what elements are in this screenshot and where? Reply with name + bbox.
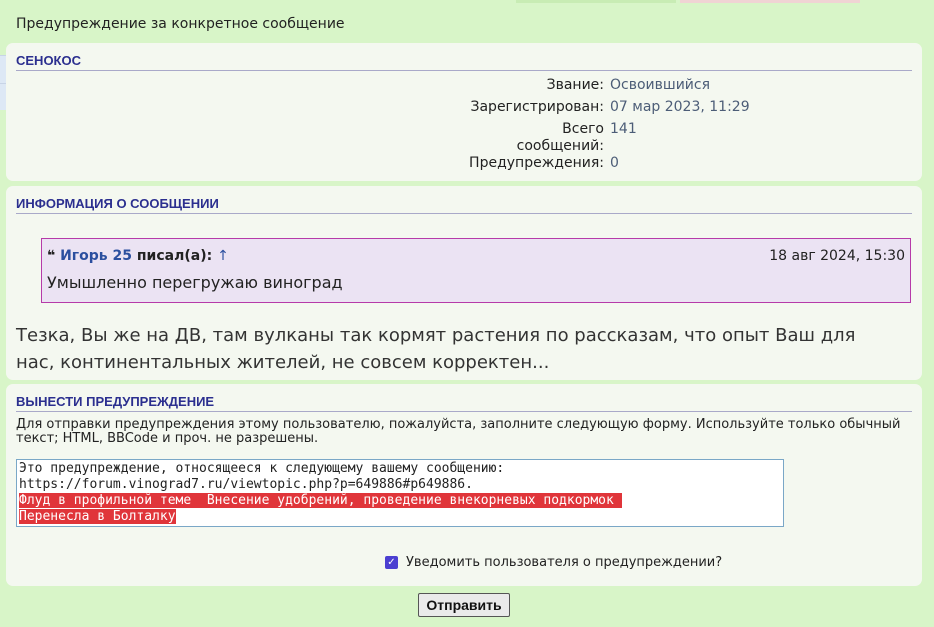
message-line: Это предупреждение, относящееся к следую… <box>19 461 505 476</box>
top-tab[interactable] <box>516 0 676 3</box>
submit-button[interactable]: Отправить <box>418 593 510 617</box>
warn-panel: ВЫНЕСТИ ПРЕДУПРЕЖДЕНИЕ Для отправки пред… <box>6 384 922 586</box>
quote-date: 18 авг 2024, 15:30 <box>769 248 905 264</box>
quote-block: ❝ Игорь 25 писал(а): ↑ 18 авг 2024, 15:3… <box>41 238 911 303</box>
page-title: Предупреждение за конкретное сообщение <box>16 16 345 32</box>
rank-value: Освоившийся <box>610 77 711 93</box>
posts-label: Всего сообщений: <box>516 121 604 154</box>
post-info-panel: ИНФОРМАЦИЯ О СООБЩЕНИИ ❝ Игорь 25 писал(… <box>6 186 922 380</box>
message-line-highlighted: Перенесла в Болталку <box>19 509 176 524</box>
user-details: Звание: Освоившийся Зарегистрирован: 07 … <box>6 77 922 177</box>
warnings-value: 0 <box>610 155 619 171</box>
quote-wrote-label: писал(а): <box>136 248 213 264</box>
registered-value: 07 мар 2023, 11:29 <box>610 99 750 115</box>
post-body: Тезка, Вы же на ДВ, там вулканы так корм… <box>16 325 856 373</box>
user-panel: СЕНОКОС Звание: Освоившийся Зарегистриро… <box>6 43 922 181</box>
warning-message-textarea[interactable]: Это предупреждение, относящееся к следую… <box>16 459 784 527</box>
notify-user-option[interactable]: ✓ Уведомить пользователя о предупреждени… <box>385 555 722 570</box>
message-line-highlighted: Флуд в профильной теме Внесение удобрени… <box>19 493 622 508</box>
quote-icon: ❝ <box>47 248 56 264</box>
rank-label: Звание: <box>546 77 604 93</box>
user-name-heading[interactable]: СЕНОКОС <box>16 53 912 71</box>
top-tab[interactable] <box>680 0 860 3</box>
post-info-heading: ИНФОРМАЦИЯ О СООБЩЕНИИ <box>16 196 912 214</box>
quote-text: Умышленно перегружаю виноград <box>47 273 343 292</box>
warnings-label: Предупреждения: <box>469 155 604 171</box>
quote-author-line: ❝ Игорь 25 писал(а): ↑ <box>47 248 229 264</box>
arrow-up-icon[interactable]: ↑ <box>217 248 229 264</box>
notify-checkbox[interactable]: ✓ <box>385 556 398 569</box>
message-line: https://forum.vinograd7.ru/viewtopic.php… <box>19 477 473 492</box>
quote-author-link[interactable]: Игорь 25 <box>60 248 132 264</box>
notify-label[interactable]: Уведомить пользователя о предупреждении? <box>406 555 722 570</box>
warn-heading: ВЫНЕСТИ ПРЕДУПРЕЖДЕНИЕ <box>16 394 912 412</box>
registered-label: Зарегистрирован: <box>470 99 605 115</box>
posts-value[interactable]: 141 <box>610 121 637 137</box>
top-tab-strip <box>0 0 934 3</box>
warn-help-text: Для отправки предупреждения этому пользо… <box>16 417 901 446</box>
